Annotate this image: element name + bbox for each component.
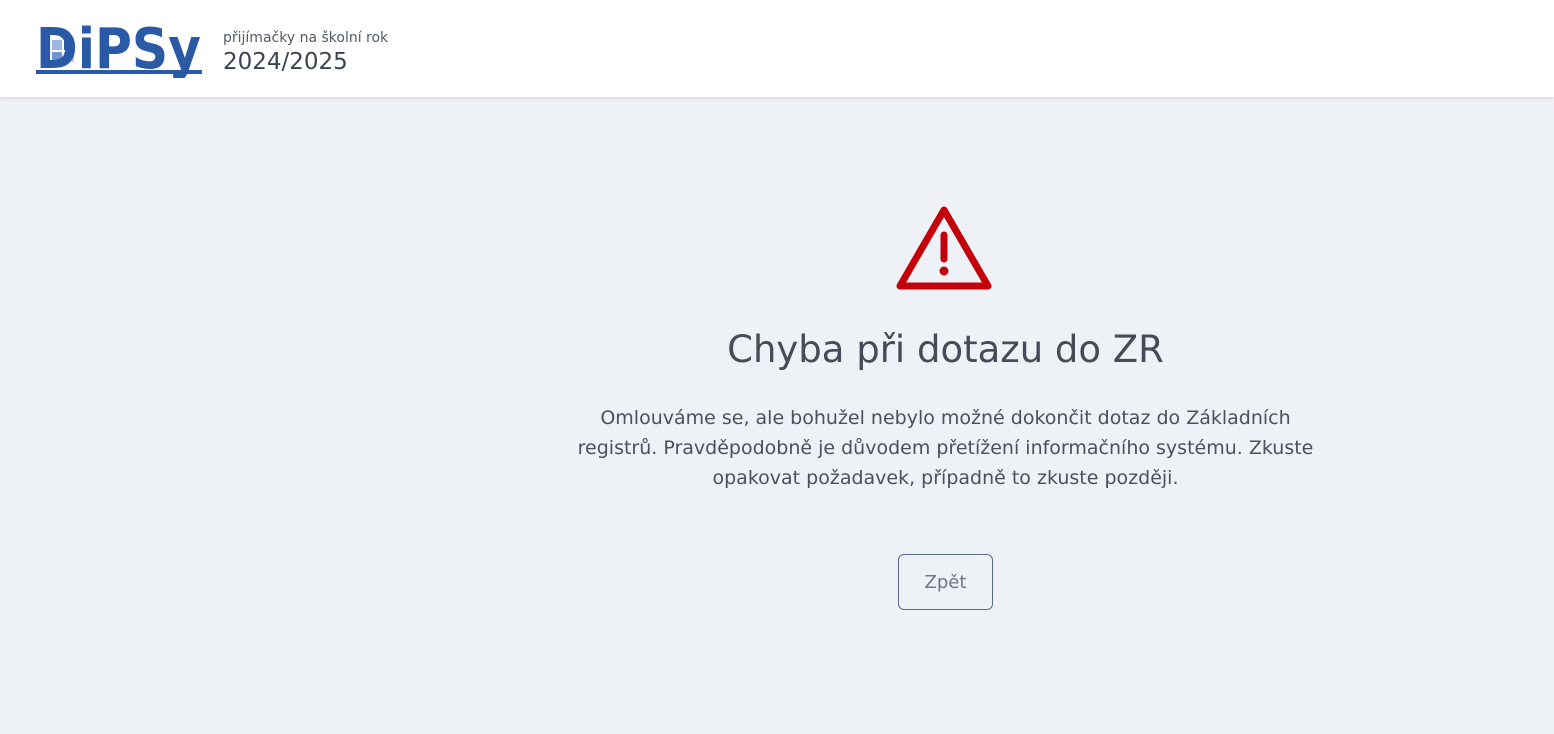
header: DiPSy přijímačky na školní rok 2024/2025 bbox=[0, 0, 1554, 97]
logo-text: DiPSy bbox=[36, 17, 201, 78]
school-year-block: přijímačky na školní rok 2024/2025 bbox=[223, 29, 388, 77]
error-title: Chyba při dotazu do ZR bbox=[727, 328, 1164, 371]
dipsy-logo[interactable]: DiPSy bbox=[36, 14, 206, 78]
dipsy-logo-graphic: DiPSy bbox=[36, 17, 202, 78]
error-message: Omlouváme se, ale bohužel nebylo možné d… bbox=[577, 407, 1314, 489]
back-button[interactable]: Zpět bbox=[898, 554, 993, 610]
main-content: Chyba při dotazu do ZR Omlouváme se, ale… bbox=[0, 97, 1554, 734]
year-caption: přijímačky na školní rok bbox=[223, 30, 389, 46]
year-value: 2024/2025 bbox=[223, 49, 348, 75]
warning-triangle-icon bbox=[896, 206, 992, 290]
